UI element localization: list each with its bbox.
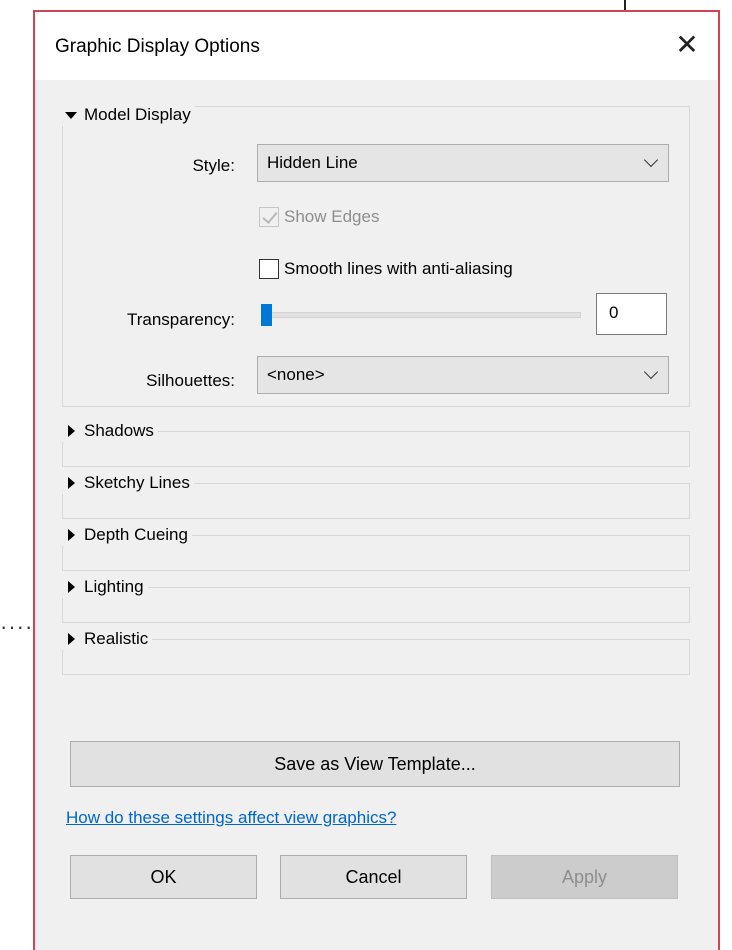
style-dropdown[interactable]: Hidden Line bbox=[257, 144, 669, 182]
title-bar: Graphic Display Options ✕ bbox=[35, 12, 718, 80]
expand-right-icon bbox=[68, 477, 75, 489]
expand-right-icon bbox=[68, 581, 75, 593]
ok-button[interactable]: OK bbox=[70, 855, 257, 899]
silhouettes-label: Silhouettes: bbox=[146, 371, 235, 390]
transparency-slider-track[interactable] bbox=[261, 312, 581, 318]
chevron-down-icon bbox=[643, 152, 659, 168]
expand-right-icon bbox=[68, 529, 75, 541]
background-line-fragment bbox=[624, 0, 626, 10]
model-display-title: Model Display bbox=[84, 105, 191, 124]
apply-button[interactable]: Apply bbox=[491, 855, 678, 899]
lighting-header[interactable]: Lighting bbox=[61, 576, 148, 598]
graphic-display-options-dialog: Graphic Display Options ✕ Model Display … bbox=[33, 10, 720, 950]
transparency-slider-thumb[interactable] bbox=[261, 304, 272, 326]
save-as-view-template-button[interactable]: Save as View Template... bbox=[70, 741, 680, 787]
smooth-lines-row: Smooth lines with anti-aliasing bbox=[259, 259, 513, 279]
silhouettes-value: <none> bbox=[267, 365, 325, 384]
style-label: Style: bbox=[192, 156, 235, 175]
realistic-title: Realistic bbox=[84, 629, 149, 648]
smooth-lines-checkbox[interactable] bbox=[259, 259, 279, 279]
silhouettes-dropdown[interactable]: <none> bbox=[257, 356, 669, 394]
realistic-header[interactable]: Realistic bbox=[61, 628, 153, 650]
show-edges-label: Show Edges bbox=[284, 207, 380, 226]
cancel-button[interactable]: Cancel bbox=[280, 855, 467, 899]
model-display-header[interactable]: Model Display bbox=[61, 104, 195, 126]
smooth-lines-label: Smooth lines with anti-aliasing bbox=[284, 259, 513, 278]
show-edges-checkbox[interactable] bbox=[259, 207, 279, 227]
sketchy-lines-header[interactable]: Sketchy Lines bbox=[61, 472, 194, 494]
shadows-header[interactable]: Shadows bbox=[61, 420, 158, 442]
help-link[interactable]: How do these settings affect view graphi… bbox=[66, 808, 396, 828]
depth-cueing-header[interactable]: Depth Cueing bbox=[61, 524, 192, 546]
dialog-title: Graphic Display Options bbox=[55, 36, 260, 57]
realistic-group bbox=[62, 639, 690, 675]
transparency-label: Transparency: bbox=[126, 310, 235, 329]
chevron-down-icon bbox=[643, 364, 659, 380]
shadows-title: Shadows bbox=[84, 421, 154, 440]
expand-right-icon bbox=[68, 425, 75, 437]
background-dotted-leader: ···· bbox=[0, 614, 34, 639]
lighting-group bbox=[62, 587, 690, 623]
sketchy-lines-title: Sketchy Lines bbox=[84, 473, 190, 492]
close-icon[interactable]: ✕ bbox=[670, 28, 704, 62]
transparency-input[interactable]: 0 bbox=[596, 293, 667, 335]
lighting-title: Lighting bbox=[84, 577, 144, 596]
expand-right-icon bbox=[68, 633, 75, 645]
expand-down-icon bbox=[65, 111, 77, 119]
show-edges-row: Show Edges bbox=[259, 207, 379, 227]
depth-cueing-title: Depth Cueing bbox=[84, 525, 188, 544]
style-value: Hidden Line bbox=[267, 153, 358, 172]
